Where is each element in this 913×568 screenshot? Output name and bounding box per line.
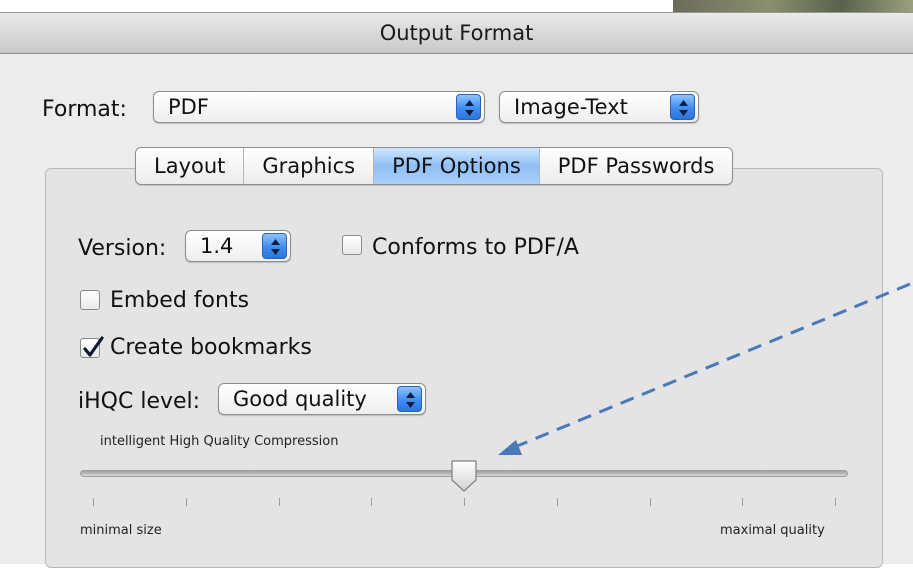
version-popup-value: 1.4 [200,234,234,258]
up-down-arrows-icon [670,94,695,120]
create-bookmarks-label: Create bookmarks [110,335,312,360]
conforms-pdfa-label: Conforms to PDF/A [372,235,579,260]
conforms-pdfa-checkbox[interactable] [342,235,362,255]
slider-tick [278,498,280,506]
ihqc-level-popup-value: Good quality [233,387,367,411]
tab-pdf-options[interactable]: PDF Options [374,148,540,184]
slider-tick [649,498,651,506]
up-down-arrows-icon [456,94,481,120]
slider-knob-icon[interactable] [449,458,479,494]
tab-graphics[interactable]: Graphics [244,148,375,184]
tab-bar: Layout Graphics PDF Options PDF Password… [135,147,734,185]
tab-pdf-passwords[interactable]: PDF Passwords [540,148,733,184]
mode-popup[interactable]: Image-Text [499,91,699,123]
up-down-arrows-icon [262,233,287,259]
format-popup[interactable]: PDF [153,91,485,123]
slider-tick [835,498,836,506]
slider-tick [371,498,373,506]
up-down-arrows-icon [397,386,422,412]
version-popup[interactable]: 1.4 [185,230,291,262]
slider-min-label: minimal size [80,523,162,538]
format-label: Format: [42,97,127,122]
mode-popup-value: Image-Text [514,95,628,119]
ihqc-caption: intelligent High Quality Compression [100,434,339,449]
slider-tick [93,498,94,506]
slider-tick [185,498,187,506]
slider-tick [742,498,744,506]
background-strip [0,0,913,12]
slider-tick [464,498,465,506]
title-bar[interactable]: Output Format [0,13,913,54]
ihqc-level-label: iHQC level: [78,389,201,414]
tab-layout[interactable]: Layout [136,148,245,184]
checkmark-icon [83,336,104,357]
embed-fonts-label: Embed fonts [110,288,250,313]
window-title: Output Format [379,21,534,45]
desktop-background-image [673,0,913,12]
slider-tick [556,498,558,506]
version-label: Version: [78,236,167,261]
ihqc-level-popup[interactable]: Good quality [218,383,426,415]
embed-fonts-checkbox[interactable] [80,290,100,310]
slider-max-label: maximal quality [720,523,825,538]
create-bookmarks-checkbox[interactable] [80,336,104,358]
options-group-box [45,168,883,568]
format-popup-value: PDF [168,95,209,119]
